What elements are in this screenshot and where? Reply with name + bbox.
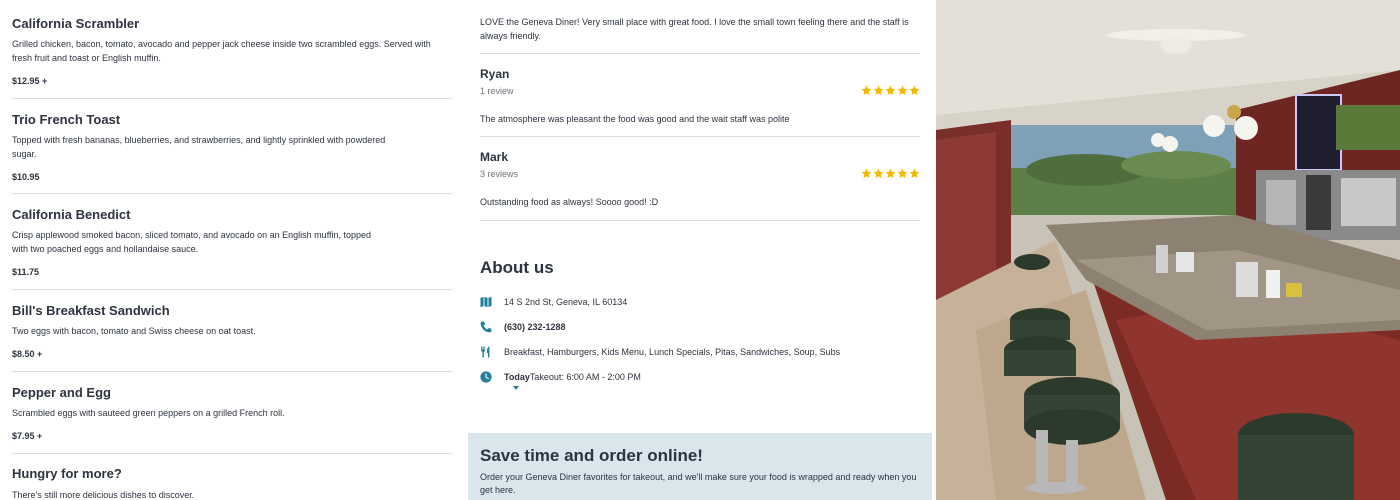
order-online-banner: Save time and order online! Order your G… bbox=[468, 433, 932, 500]
phone-number: (630) 232-1288 bbox=[504, 322, 566, 332]
hours-day: Today bbox=[504, 372, 530, 382]
menu-item-price: $8.50 + bbox=[12, 349, 43, 359]
cuisine-text: Breakfast, Hamburgers, Kids Menu, Lunch … bbox=[504, 347, 841, 357]
menu-item-name: Trio French Toast bbox=[12, 112, 121, 127]
review-text: The atmosphere was pleasant the food was… bbox=[480, 114, 790, 124]
divider bbox=[12, 453, 452, 454]
star-icon bbox=[897, 168, 908, 179]
star-rating bbox=[861, 168, 920, 179]
divider bbox=[480, 220, 920, 221]
menu-item-price: $11.75 bbox=[12, 267, 40, 277]
star-rating bbox=[861, 85, 920, 96]
more-dishes-subtitle: There's still more delicious dishes to d… bbox=[12, 490, 195, 500]
star-icon bbox=[873, 168, 884, 179]
menu-item-description: Grilled chicken, bacon, tomato, avocado … bbox=[12, 39, 431, 63]
menu-item[interactable]: Bill's Breakfast Sandwich Two eggs with … bbox=[12, 303, 452, 372]
divider bbox=[480, 53, 920, 54]
more-dishes-title: Hungry for more? bbox=[12, 466, 122, 481]
cuisine-row: Breakfast, Hamburgers, Kids Menu, Lunch … bbox=[480, 344, 920, 360]
address-text: 14 S 2nd St, Geneva, IL 60134 bbox=[504, 297, 628, 307]
menu-item-description: Two eggs with bacon, tomato and Swiss ch… bbox=[12, 326, 256, 336]
star-icon bbox=[885, 168, 896, 179]
star-icon bbox=[861, 85, 872, 96]
divider bbox=[12, 98, 452, 99]
menu-item[interactable]: California Scrambler Grilled chicken, ba… bbox=[12, 16, 452, 99]
star-icon bbox=[909, 85, 920, 96]
menu-item[interactable]: Pepper and Egg Scrambled eggs with saute… bbox=[12, 385, 452, 454]
restaurant-photo bbox=[936, 0, 1400, 500]
review-text: LOVE the Geneva Diner! Very small place … bbox=[480, 17, 909, 41]
hours-value: Takeout: 6:00 AM - 2:00 PM bbox=[529, 372, 641, 382]
menu-item[interactable]: California Benedict Crisp applewood smok… bbox=[12, 207, 452, 290]
star-icon bbox=[873, 85, 884, 96]
clock-icon bbox=[480, 371, 492, 383]
star-icon bbox=[861, 168, 872, 179]
menu-item-price: $7.95 + bbox=[12, 431, 43, 441]
phone-icon bbox=[480, 321, 492, 333]
divider bbox=[12, 193, 452, 194]
menu-item-description: Topped with fresh bananas, blueberries, … bbox=[12, 135, 386, 159]
map-icon bbox=[480, 296, 492, 308]
order-online-text: Order your Geneva Diner favorites for ta… bbox=[480, 472, 917, 495]
star-icon bbox=[897, 85, 908, 96]
about-title: About us bbox=[480, 258, 554, 277]
reviewer-name[interactable]: Ryan bbox=[480, 67, 509, 81]
menu-item-price: $10.95 bbox=[12, 172, 40, 182]
menu-item-name: Bill's Breakfast Sandwich bbox=[12, 303, 170, 318]
menu-item-description: Scrambled eggs with sauteed green pepper… bbox=[12, 408, 285, 418]
review-count: 3 reviews bbox=[480, 169, 519, 179]
chevron-down-icon[interactable] bbox=[513, 386, 519, 390]
review-count: 1 review bbox=[480, 86, 514, 96]
divider bbox=[480, 136, 920, 137]
order-online-title: Save time and order online! bbox=[480, 446, 703, 465]
menu-item-name: California Scrambler bbox=[12, 16, 140, 31]
reviewer-name[interactable]: Mark bbox=[480, 150, 508, 164]
hours-text: TodayTakeout: 6:00 AM - 2:00 PM bbox=[504, 371, 641, 383]
hours-row[interactable]: TodayTakeout: 6:00 AM - 2:00 PM bbox=[480, 369, 920, 385]
address-row[interactable]: 14 S 2nd St, Geneva, IL 60134 bbox=[480, 294, 920, 310]
star-icon bbox=[885, 85, 896, 96]
menu-item[interactable]: Trio French Toast Topped with fresh bana… bbox=[12, 112, 452, 194]
reviews-and-about: LOVE the Geneva Diner! Very small place … bbox=[480, 0, 920, 500]
menu-item-price: $12.95 + bbox=[12, 76, 48, 86]
menu-item-name: California Benedict bbox=[12, 207, 131, 222]
menu-item-description: Crisp applewood smoked bacon, sliced tom… bbox=[12, 230, 372, 254]
utensils-icon bbox=[480, 346, 492, 358]
divider bbox=[12, 289, 452, 290]
review-text: Outstanding food as always! Soooo good! … bbox=[480, 197, 659, 207]
menu-list: California Scrambler Grilled chicken, ba… bbox=[12, 0, 452, 500]
menu-item-name: Pepper and Egg bbox=[12, 385, 111, 400]
phone-row[interactable]: (630) 232-1288 bbox=[480, 319, 920, 335]
divider bbox=[12, 371, 452, 372]
star-icon bbox=[909, 168, 920, 179]
